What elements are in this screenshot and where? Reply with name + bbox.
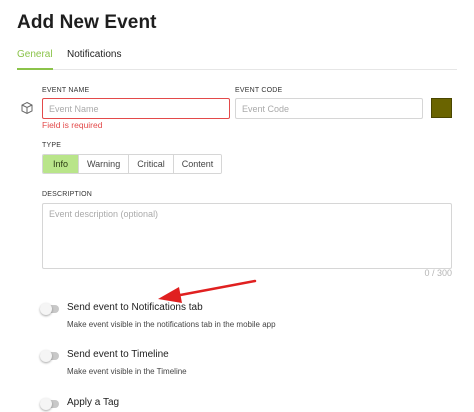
tab-bar: General Notifications [17,48,457,70]
notifications-option-description: Make event visible in the notifications … [67,320,276,329]
toggle-knob [40,398,52,410]
toggle-knob [40,303,52,315]
timeline-option-title: Send event to Timeline [67,349,169,360]
event-name-error: Field is required [42,120,103,130]
timeline-option-description: Make event visible in the Timeline [67,367,187,376]
toggle-knob [40,350,52,362]
cube-icon [21,101,33,115]
apply-tag-toggle[interactable] [40,398,59,410]
type-option-content[interactable]: Content [172,155,222,173]
event-code-label: EVENT CODE [235,87,283,94]
event-name-label: EVENT NAME [42,87,90,94]
description-textarea[interactable] [42,203,452,269]
event-code-input[interactable] [235,98,423,119]
event-name-input[interactable] [42,98,230,119]
timeline-toggle[interactable] [40,350,59,362]
type-label: TYPE [42,142,62,149]
tab-general-label: General [17,49,53,60]
tab-notifications[interactable]: Notifications [67,48,121,62]
description-char-counter: 0 / 300 [424,268,452,278]
color-picker-swatch[interactable] [431,98,452,118]
type-option-info[interactable]: Info [43,155,79,173]
active-tab-underline [17,68,53,70]
notifications-option-title: Send event to Notifications tab [67,302,203,313]
type-segmented-control: Info Warning Critical Content [42,154,223,174]
type-option-critical[interactable]: Critical [128,155,173,173]
page-title: Add New Event [17,12,157,33]
notifications-tab-toggle[interactable] [40,303,59,315]
tab-general[interactable]: General [17,48,53,70]
type-option-warning[interactable]: Warning [78,155,129,173]
tab-notifications-label: Notifications [67,49,122,60]
description-label: DESCRIPTION [42,191,93,198]
apply-tag-option-title: Apply a Tag [67,397,120,408]
